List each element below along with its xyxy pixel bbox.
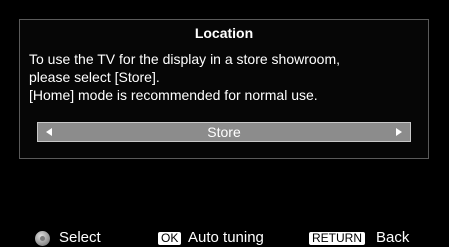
auto-tuning-hint: Auto tuning xyxy=(188,229,264,246)
ok-key-badge[interactable]: OK xyxy=(158,232,182,245)
message-line-2: please select [Store]. xyxy=(29,69,160,85)
button-guide: Select OK Auto tuning RETURN Back xyxy=(0,229,449,247)
back-hint: Back xyxy=(376,229,410,246)
right-arrow-icon[interactable] xyxy=(396,128,402,136)
location-selector[interactable]: Store xyxy=(37,122,411,142)
dialog-message: To use the TV for the display in a store… xyxy=(29,50,419,104)
location-dialog: Location To use the TV for the display i… xyxy=(19,19,429,159)
dpad-icon xyxy=(35,231,50,246)
message-line-1: To use the TV for the display in a store… xyxy=(29,51,341,67)
message-line-3: [Home] mode is recommended for normal us… xyxy=(29,87,318,103)
select-hint: Select xyxy=(59,229,101,246)
location-value: Store xyxy=(207,124,241,140)
return-key-badge[interactable]: RETURN xyxy=(309,232,365,245)
dialog-title: Location xyxy=(194,25,254,41)
tv-screen: Location To use the TV for the display i… xyxy=(0,0,449,247)
